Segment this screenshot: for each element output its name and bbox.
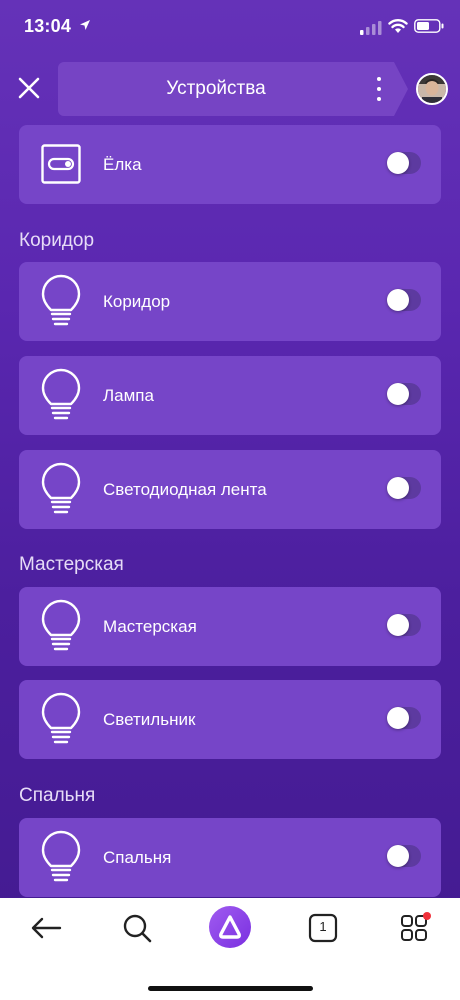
search-icon[interactable]	[118, 912, 158, 944]
device-card-lenta[interactable]: Светодиодная лента	[19, 450, 441, 529]
device-label: Коридор	[103, 292, 171, 311]
back-arrow-icon[interactable]	[28, 912, 68, 944]
page-title: Устройства	[166, 78, 266, 99]
device-card-svetilnik[interactable]: Светильник	[19, 680, 441, 759]
device-label: Мастерская	[103, 617, 197, 636]
home-indicator	[148, 986, 313, 991]
services-grid-icon[interactable]	[394, 912, 434, 944]
tabs-button[interactable]: 1	[303, 912, 343, 944]
top-bar: Устройства	[0, 62, 460, 116]
cellular-signal-icon	[360, 21, 382, 35]
device-label: Ёлка	[103, 155, 142, 174]
power-toggle[interactable]	[387, 152, 421, 174]
power-toggle[interactable]	[387, 707, 421, 729]
power-toggle[interactable]	[387, 383, 421, 405]
room-title-spalnya: Спальня	[19, 785, 96, 806]
device-card-elka[interactable]: Ёлка	[19, 125, 441, 204]
device-list: Ёлка Коридор Коридор Лампа Светодиодная …	[0, 124, 460, 898]
power-toggle[interactable]	[387, 289, 421, 311]
room-title-masterskaya: Мастерская	[19, 554, 124, 575]
light-bulb-icon	[41, 462, 81, 514]
device-label: Светодиодная лента	[103, 480, 267, 499]
close-icon[interactable]	[14, 73, 44, 103]
room-title-koridor: Коридор	[19, 230, 95, 251]
tabs-count: 1	[319, 919, 327, 934]
power-toggle[interactable]	[387, 614, 421, 636]
more-vertical-icon[interactable]	[374, 75, 384, 103]
battery-icon	[414, 19, 444, 33]
alice-button[interactable]	[209, 906, 251, 948]
alice-icon	[219, 915, 241, 939]
device-label: Светильник	[103, 710, 196, 729]
device-card-lampa[interactable]: Лампа	[19, 356, 441, 435]
device-label: Лампа	[103, 386, 154, 405]
device-label: Спальня	[103, 848, 172, 867]
notification-dot	[423, 912, 431, 920]
power-toggle[interactable]	[387, 477, 421, 499]
light-bulb-icon	[41, 368, 81, 420]
light-bulb-icon	[41, 274, 81, 326]
device-card-spalnya[interactable]: Спальня	[19, 818, 441, 897]
device-card-masterskaya[interactable]: Мастерская	[19, 587, 441, 666]
bottom-tab-bar: 1	[0, 898, 460, 1000]
status-time: 13:04	[24, 16, 72, 36]
user-photo-icon	[418, 75, 446, 103]
location-arrow-icon	[80, 20, 90, 30]
switch-device-icon	[41, 144, 81, 184]
light-bulb-icon	[41, 830, 81, 882]
device-card-koridor[interactable]: Коридор	[19, 262, 441, 341]
light-bulb-icon	[41, 599, 81, 651]
header-pill: Устройства	[58, 62, 408, 116]
status-bar: 13:04	[0, 0, 460, 56]
light-bulb-icon	[41, 692, 81, 744]
avatar[interactable]	[416, 73, 448, 105]
wifi-icon	[388, 19, 408, 33]
power-toggle[interactable]	[387, 845, 421, 867]
